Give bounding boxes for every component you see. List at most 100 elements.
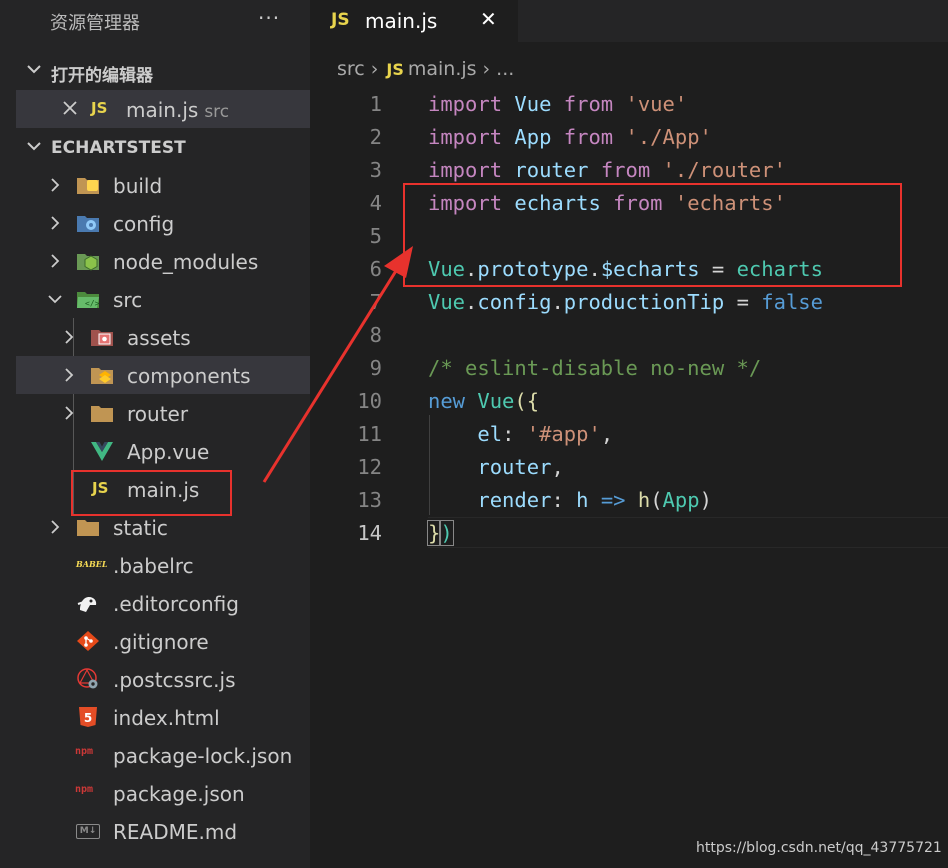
folder-components-icon xyxy=(91,368,113,384)
tree-item-label: package-lock.json xyxy=(113,744,293,768)
folder-node-icon xyxy=(77,254,99,271)
babel-icon: BABEL xyxy=(76,559,108,569)
line-number: 2 xyxy=(369,125,382,149)
explorer-title: 资源管理器 xyxy=(50,13,140,34)
tree-item-label: .gitignore xyxy=(113,630,209,654)
open-editors-header[interactable]: 打开的编辑器 xyxy=(0,53,310,89)
folder-config-icon xyxy=(77,216,99,232)
annotation-box-file xyxy=(71,470,232,516)
tree-item-label: router xyxy=(127,402,189,426)
chevron-right-icon: › xyxy=(370,58,379,80)
project-name: ECHARTSTEST xyxy=(51,138,186,158)
line-number: 4 xyxy=(369,191,382,215)
folder-icon xyxy=(91,406,113,422)
chevron-right-icon: › xyxy=(482,58,491,80)
project-header[interactable]: ECHARTSTEST xyxy=(0,130,310,166)
tree-item-components[interactable]: components xyxy=(16,356,310,394)
tree-item-postcssrc[interactable]: .postcssrc.js xyxy=(16,660,310,698)
breadcrumb-file[interactable]: main.js xyxy=(408,58,477,80)
tree-item-router[interactable]: router xyxy=(16,394,310,432)
tab-title: main.js xyxy=(365,9,438,33)
close-icon[interactable]: ✕ xyxy=(480,7,497,31)
tree-item-assets[interactable]: assets xyxy=(16,318,310,356)
code-line: 2 import App from './App' xyxy=(310,121,948,154)
folder-src-icon: </> xyxy=(77,292,100,308)
chevron-right-icon xyxy=(65,406,74,420)
chevron-right-icon xyxy=(65,368,74,382)
indent-guide xyxy=(429,415,430,515)
code-line: 10 new Vue({ xyxy=(310,385,948,418)
folder-icon xyxy=(77,520,99,536)
postcss-icon xyxy=(77,668,98,689)
explorer-sidebar: 资源管理器 ··· 打开的编辑器 JS main.js src ECHARTSTE… xyxy=(0,0,310,868)
breadcrumb: src › JS main.js ›... xyxy=(337,58,514,80)
chevron-down-icon xyxy=(48,295,62,304)
chevron-down-icon xyxy=(27,65,41,74)
tree-item-config[interactable]: config xyxy=(16,204,310,242)
tree-item-label: src xyxy=(113,288,143,312)
close-icon[interactable] xyxy=(62,100,78,116)
chevron-right-icon xyxy=(51,520,60,534)
js-icon: JS xyxy=(331,10,350,30)
vue-icon xyxy=(91,442,113,461)
js-icon: JS xyxy=(386,60,404,79)
line-number: 3 xyxy=(369,158,382,182)
npm-icon: npm xyxy=(75,784,94,795)
tree-item-label: build xyxy=(113,174,163,198)
open-editor-item[interactable]: JS main.js src xyxy=(16,90,310,128)
js-icon: JS xyxy=(91,99,108,117)
code-line: 14}) xyxy=(310,517,948,550)
line-number: 5 xyxy=(369,224,382,248)
breadcrumb-folder[interactable]: src xyxy=(337,58,365,80)
tree-item-label: config xyxy=(113,212,175,236)
tree-item-readme[interactable]: M↓ README.md xyxy=(16,812,310,850)
git-icon xyxy=(77,631,99,651)
tree-item-label: static xyxy=(113,516,168,540)
tree-item-node-modules[interactable]: node_modules xyxy=(16,242,310,280)
tree-item-babelrc[interactable]: BABEL .babelrc xyxy=(16,546,310,584)
code-line: 1 import Vue from 'vue' xyxy=(310,88,948,121)
tree-item-build[interactable]: build xyxy=(16,166,310,204)
svg-text:5: 5 xyxy=(84,711,92,725)
open-editor-desc: src xyxy=(204,102,230,122)
tree-item-label: .babelrc xyxy=(113,554,194,578)
chevron-down-icon xyxy=(27,142,41,151)
line-number: 13 xyxy=(357,488,382,512)
tree-item-editorconfig[interactable]: .editorconfig xyxy=(16,584,310,622)
tree-item-label: App.vue xyxy=(127,440,210,464)
open-editors-label: 打开的编辑器 xyxy=(51,66,153,86)
html5-icon: 5 xyxy=(79,707,97,727)
explorer-title-bar: 资源管理器 ··· xyxy=(0,0,310,42)
tree-item-label: .editorconfig xyxy=(113,592,239,616)
line-number: 1 xyxy=(369,92,382,116)
code-line: 9/* eslint-disable no-new */ xyxy=(310,352,948,385)
tree-item-package-lock[interactable]: npm package-lock.json xyxy=(16,736,310,774)
line-number: 7 xyxy=(369,290,382,314)
tree-item-gitignore[interactable]: .gitignore xyxy=(16,622,310,660)
editor-tab-bar: JS main.js ✕ xyxy=(310,0,948,42)
line-number: 14 xyxy=(357,521,382,545)
tree-item-label: README.md xyxy=(113,820,238,844)
annotation-box-code xyxy=(403,183,902,287)
more-actions-icon[interactable]: ··· xyxy=(258,6,280,30)
chevron-right-icon xyxy=(65,330,74,344)
code-line: 12 router, xyxy=(310,451,948,484)
folder-assets-icon xyxy=(91,330,113,346)
line-number: 12 xyxy=(357,455,382,479)
code-line: 7 Vue.config.productionTip = false xyxy=(310,286,948,319)
folder-build-icon xyxy=(77,178,99,194)
tree-item-src[interactable]: </> src xyxy=(16,280,310,318)
code-line: 13 render: h => h(App) xyxy=(310,484,948,517)
chevron-right-icon xyxy=(51,254,60,268)
tab-main-js[interactable]: JS main.js ✕ xyxy=(310,0,518,42)
breadcrumb-symbol[interactable]: ... xyxy=(496,58,514,80)
svg-text:</>: </> xyxy=(85,299,100,308)
tree-item-package-json[interactable]: npm package.json xyxy=(16,774,310,812)
chevron-right-icon xyxy=(51,216,60,230)
tree-item-index-html[interactable]: 5 index.html xyxy=(16,698,310,736)
line-number: 11 xyxy=(357,422,382,446)
tree-item-label: .postcssrc.js xyxy=(113,668,236,692)
line-number: 10 xyxy=(357,389,382,413)
code-line: 11 el: '#app', xyxy=(310,418,948,451)
tree-item-app-vue[interactable]: App.vue xyxy=(16,432,310,470)
